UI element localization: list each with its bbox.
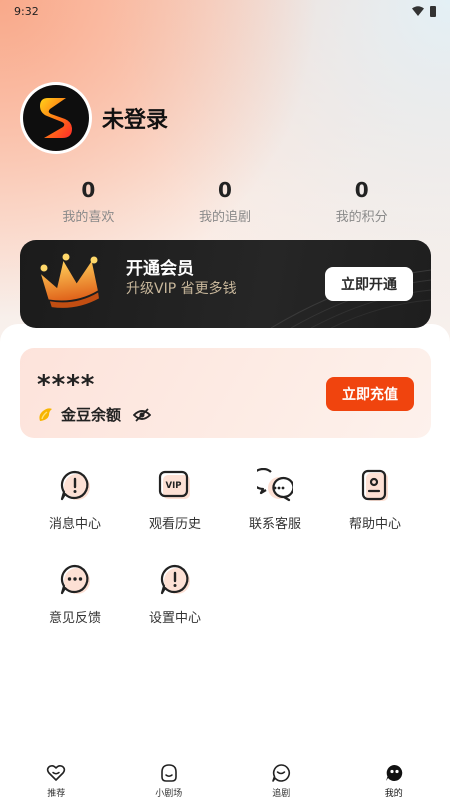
battery-icon: [430, 5, 436, 17]
stat-label: 我的喜欢: [62, 210, 115, 225]
tab-label: 推荐: [47, 789, 66, 799]
tab-theater[interactable]: 小剧场: [113, 755, 226, 800]
tab-chase[interactable]: 追剧: [225, 755, 338, 800]
menu-item-history[interactable]: VIP 观看历史: [125, 468, 225, 562]
balance-row: 金豆余额: [37, 404, 152, 425]
tab-label: 追剧: [272, 789, 291, 799]
stat-value: 0: [354, 178, 369, 202]
menu-label: 消息中心: [48, 517, 101, 532]
tab-label: 小剧场: [155, 789, 183, 799]
menu-item-feedback[interactable]: 意见反馈: [25, 562, 125, 656]
vip-banner[interactable]: 开通会员 升级VIP 省更多钱 立即开通: [20, 240, 431, 328]
help-icon: [361, 469, 388, 501]
profile-header[interactable]: 未登录: [20, 82, 168, 154]
stat-points[interactable]: 0 我的积分: [293, 178, 430, 225]
gold-bean-icon: [39, 407, 52, 421]
message-icon: [60, 470, 90, 501]
crown-icon: [40, 253, 99, 308]
stat-likes[interactable]: 0 我的喜欢: [20, 178, 157, 225]
profile-icon: [385, 764, 402, 781]
app-logo-icon: [23, 85, 89, 151]
chase-icon: [272, 764, 291, 782]
menu-label: 设置中心: [148, 611, 201, 626]
balance-label: 金豆余额: [61, 406, 122, 424]
status-bar: 9:32: [0, 0, 450, 22]
tab-recommend[interactable]: 推荐: [0, 755, 113, 800]
stat-label: 我的追剧: [199, 210, 252, 225]
status-icons: [412, 5, 436, 17]
activate-vip-button[interactable]: 立即开通: [325, 267, 413, 301]
menu-label: 观看历史: [148, 517, 201, 532]
feedback-icon: [60, 564, 90, 595]
username[interactable]: 未登录: [102, 102, 168, 134]
eye-off-icon[interactable]: [133, 407, 152, 423]
balance-card: **** 金豆余额 立即充值: [20, 348, 431, 438]
avatar[interactable]: [20, 82, 92, 154]
chat-icon: [257, 468, 293, 502]
menu-label: 联系客服: [248, 517, 301, 532]
wifi-icon: [412, 6, 424, 16]
heart-icon: [47, 764, 66, 781]
stats-row: 0 我的喜欢 0 我的追剧 0 我的积分: [20, 178, 430, 225]
menu-item-support[interactable]: 联系客服: [225, 468, 325, 562]
menu-item-help[interactable]: 帮助中心: [325, 468, 425, 562]
vip-subtitle: 升级VIP 省更多钱: [126, 281, 237, 297]
tab-mine[interactable]: 我的: [338, 755, 450, 800]
smile-icon: [160, 764, 177, 782]
menu-label: 意见反馈: [48, 611, 101, 626]
menu-item-messages[interactable]: 消息中心: [25, 468, 125, 562]
balance-value: ****: [37, 370, 96, 400]
stat-label: 我的积分: [335, 210, 388, 225]
menu-label: 帮助中心: [348, 517, 401, 532]
stat-value: 0: [81, 178, 96, 202]
stat-following[interactable]: 0 我的追剧: [157, 178, 294, 225]
stat-value: 0: [218, 178, 232, 202]
feature-grid: 消息中心 VIP 观看历史 联系客服 帮助中心 意见反馈 设置中心: [25, 468, 425, 656]
svg-text:VIP: VIP: [166, 481, 182, 491]
recharge-button[interactable]: 立即充值: [326, 377, 414, 411]
tab-label: 我的: [384, 789, 403, 799]
menu-item-settings[interactable]: 设置中心: [125, 562, 225, 656]
vip-history-icon: VIP: [158, 470, 190, 499]
bottom-tab-bar: 推荐 小剧场 追剧 我的: [0, 755, 450, 800]
settings-icon: [160, 564, 190, 595]
status-time: 9:32: [14, 4, 39, 18]
vip-title: 开通会员: [126, 259, 194, 279]
